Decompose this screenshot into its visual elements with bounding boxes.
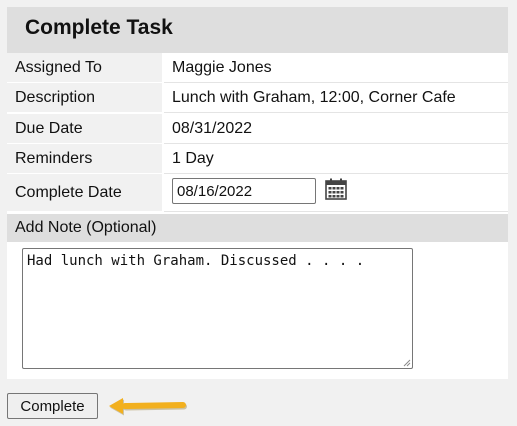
description-label: Description (15, 89, 96, 106)
arrow-left-icon (109, 398, 187, 416)
note-section-header: Add Note (Optional) (7, 214, 508, 242)
note-text: Had lunch with Graham. Discussed . . . . (27, 253, 365, 269)
due-date-label: Due Date (15, 120, 83, 137)
complete-date-input[interactable] (172, 178, 316, 204)
complete-task-panel: Complete Task Assigned To Maggie Jones D… (7, 7, 508, 379)
complete-button[interactable]: Complete (7, 393, 98, 419)
due-date-value: 08/31/2022 (172, 120, 253, 137)
row-complete-date: Complete Date (7, 174, 508, 212)
assigned-to-value: Maggie Jones (172, 59, 272, 76)
add-note-label: Add Note (Optional) (15, 219, 157, 236)
page-title: Complete Task (25, 16, 173, 39)
row-description: Description Lunch with Graham, 12:00, Co… (7, 83, 508, 113)
reminders-value: 1 Day (172, 150, 214, 167)
calendar-icon[interactable] (325, 178, 347, 200)
panel-header: Complete Task (7, 7, 508, 53)
row-assigned-to: Assigned To Maggie Jones (7, 53, 508, 83)
assigned-to-label: Assigned To (15, 59, 102, 76)
reminders-label: Reminders (15, 150, 93, 167)
resize-handle-icon[interactable] (402, 358, 411, 367)
complete-date-label: Complete Date (15, 184, 122, 201)
row-due-date: Due Date 08/31/2022 (7, 114, 508, 144)
row-reminders: Reminders 1 Day (7, 144, 508, 174)
description-value: Lunch with Graham, 12:00, Corner Cafe (172, 89, 456, 106)
note-textarea[interactable]: Had lunch with Graham. Discussed . . . . (22, 248, 413, 369)
